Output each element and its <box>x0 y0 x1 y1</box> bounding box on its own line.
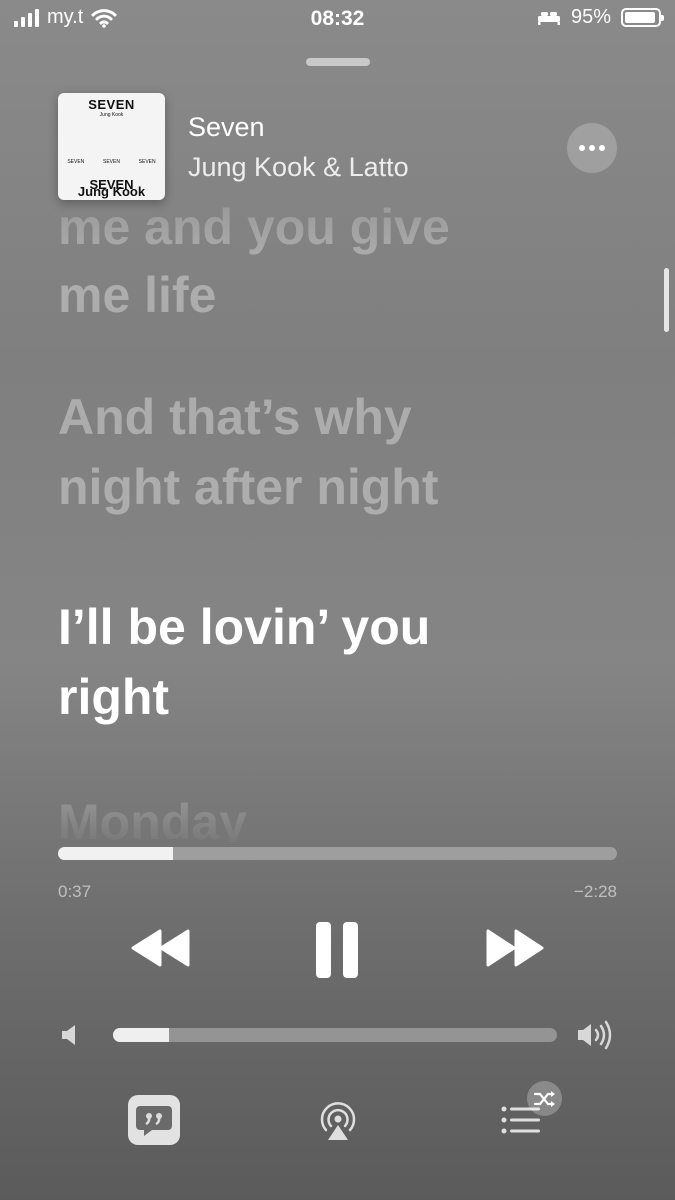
rewind-button[interactable] <box>130 928 190 968</box>
cellular-signal-icon <box>14 8 39 27</box>
lyric-line[interactable]: me life <box>58 260 216 330</box>
pause-icon <box>316 922 358 978</box>
airplay-button[interactable] <box>317 1100 359 1142</box>
wifi-icon <box>91 8 117 28</box>
battery-level-fill <box>625 12 656 23</box>
carrier-name: my.t <box>47 6 84 28</box>
sleep-bed-icon <box>537 11 560 25</box>
speaker-low-icon <box>62 1025 75 1045</box>
speaker-high-icon <box>578 1020 612 1050</box>
lyrics-view[interactable]: me and you give me life And that’s why n… <box>0 202 675 842</box>
artwork-text-center: SEVEN <box>103 159 120 165</box>
more-options-button[interactable] <box>567 123 617 173</box>
now-playing-screen: my.t 08:32 95% SEVEN Jung Kook SEVEN SEV… <box>0 0 675 1200</box>
battery-icon <box>621 8 664 27</box>
lyric-line-current[interactable]: I’ll be lovin’ you <box>58 592 430 662</box>
volume-slider-fill <box>113 1028 169 1042</box>
song-artist[interactable]: Jung Kook & Latto <box>188 152 409 183</box>
playback-progress-bar[interactable] <box>58 847 617 860</box>
volume-slider[interactable] <box>113 1028 557 1042</box>
song-title: Seven <box>188 112 265 142</box>
lyrics-button[interactable] <box>128 1095 180 1145</box>
lyric-line[interactable]: me and you give <box>58 202 450 262</box>
shuffle-icon <box>533 1090 555 1107</box>
shuffle-button[interactable] <box>527 1081 562 1116</box>
lyrics-scroll-indicator[interactable] <box>664 268 669 332</box>
elapsed-time: 0:37 <box>58 882 92 901</box>
lyric-line[interactable]: Monday <box>58 787 247 842</box>
artwork-bottom-artist: Jung Kook <box>77 184 146 199</box>
album-artwork[interactable]: SEVEN Jung Kook SEVEN SEVEN SEVEN SEVEN … <box>58 93 165 200</box>
artwork-bottom-title: SEVEN Jung Kook <box>58 177 165 200</box>
artwork-text-left: SEVEN <box>67 159 85 165</box>
artwork-artist: Jung Kook <box>99 112 124 118</box>
fast-forward-button[interactable] <box>485 928 545 968</box>
status-bar: my.t 08:32 95% <box>0 0 675 40</box>
fast-forward-icon <box>486 929 544 967</box>
sheet-grabber[interactable] <box>306 58 370 66</box>
artwork-title: SEVEN <box>88 97 135 112</box>
lyric-line[interactable]: night after night <box>58 452 439 522</box>
lyric-line-current[interactable]: right <box>58 662 169 732</box>
lyrics-quote-icon <box>136 1106 172 1136</box>
lyric-line[interactable]: And that’s why <box>58 382 412 452</box>
playback-progress-fill <box>58 847 173 860</box>
pause-button[interactable] <box>312 920 362 980</box>
battery-percentage: 95% <box>570 6 611 28</box>
remaining-time: −2:28 <box>573 882 617 901</box>
rewind-icon <box>131 929 190 967</box>
artwork-text-right: SEVEN <box>138 159 156 165</box>
ellipsis-icon <box>579 145 585 151</box>
